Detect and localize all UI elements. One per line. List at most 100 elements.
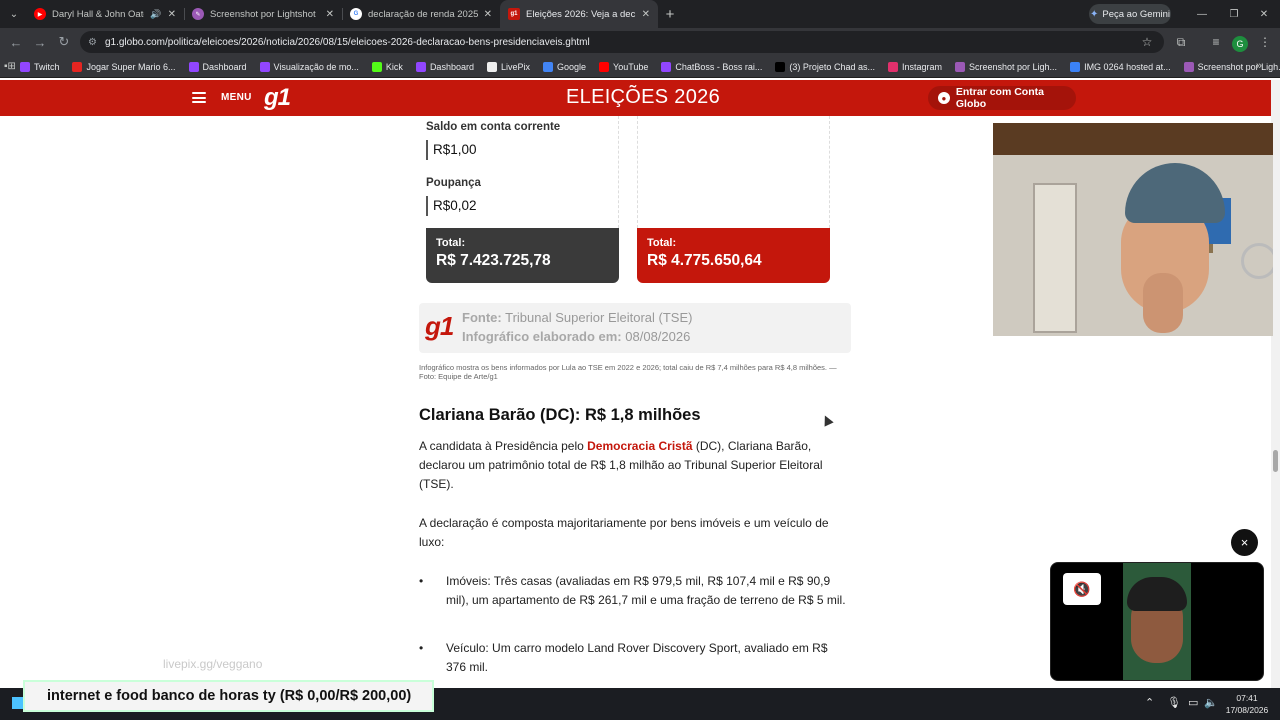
section-title[interactable]: ELEIÇÕES 2026 bbox=[566, 86, 720, 109]
gemini-sparkle-icon: ✦ bbox=[1090, 8, 1099, 20]
total-value: R$ 7.423.725,78 bbox=[436, 252, 551, 269]
bookmark-favicon-icon bbox=[1070, 61, 1081, 72]
bookmark-item[interactable]: Instagram bbox=[887, 61, 942, 72]
bookmark-item[interactable]: LivePix bbox=[486, 61, 530, 72]
close-mini-player-button[interactable]: × bbox=[1231, 529, 1258, 556]
mouse-cursor-icon bbox=[820, 413, 834, 427]
menu-label[interactable]: MENU bbox=[221, 92, 252, 103]
bookmark-favicon-icon bbox=[486, 61, 497, 72]
total-label: Total: bbox=[647, 237, 677, 249]
made-line: Infográfico elaborado em: 08/08/2026 bbox=[462, 329, 690, 344]
bookmark-favicon-icon bbox=[599, 61, 610, 72]
volume-icon[interactable]: 🔈 bbox=[1204, 696, 1218, 709]
gemini-button[interactable]: ✦ Peça ao Gemini bbox=[1089, 4, 1171, 24]
profile-avatar[interactable]: G bbox=[1229, 31, 1251, 53]
bookmark-item[interactable]: Jogar Super Mario 6... bbox=[72, 61, 176, 72]
livepix-watermark: livepix.gg/veggano bbox=[163, 657, 263, 671]
scrollbar-thumb[interactable] bbox=[1273, 450, 1278, 472]
clock-time: 07:41 bbox=[1236, 693, 1258, 703]
mini-video-player[interactable]: 🔇 bbox=[1050, 562, 1264, 681]
tab-close-icon[interactable]: ✕ bbox=[642, 9, 650, 20]
bookmark-favicon-icon bbox=[72, 61, 83, 72]
back-arrow-icon[interactable]: ← bbox=[4, 30, 28, 54]
g1-logo[interactable]: g1 bbox=[264, 84, 291, 112]
tab-close-icon[interactable]: ✕ bbox=[168, 9, 176, 20]
bookmark-label: Screenshot por Ligh... bbox=[1197, 61, 1280, 72]
profile-initial: G bbox=[1232, 35, 1248, 52]
browser-tab[interactable]: ▶ Daryl Hall & John Oates - C 🔊 ✕ bbox=[26, 0, 184, 28]
site-info-icon[interactable]: ⚙ bbox=[88, 37, 97, 48]
bookmark-favicon-icon bbox=[775, 61, 786, 72]
infographic-column-right bbox=[637, 116, 830, 228]
apps-grid-icon[interactable]: ⊞ bbox=[8, 61, 16, 72]
window-close-icon[interactable]: ✕ bbox=[1248, 0, 1280, 28]
bookmark-favicon-icon bbox=[887, 61, 898, 72]
g1-header: MENU g1 ELEIÇÕES 2026 ● Entrar com Conta… bbox=[0, 80, 1271, 116]
bookmark-item[interactable]: Screenshot por Ligh... bbox=[955, 61, 1057, 72]
bookmark-item[interactable]: (3) Projeto Chad as... bbox=[775, 61, 875, 72]
tab-title: declaração de renda 2025 de t bbox=[368, 8, 478, 20]
g1-source-logo: g1 bbox=[425, 311, 454, 341]
clock-date: 17/08/2026 bbox=[1225, 705, 1269, 715]
bookmark-item[interactable]: YouTube bbox=[599, 61, 648, 72]
source-label: Fonte: bbox=[462, 310, 502, 325]
new-tab-plus-icon[interactable]: + bbox=[658, 6, 682, 23]
bookmark-item[interactable]: Twitch bbox=[19, 61, 59, 72]
g1-favicon-icon: g1 bbox=[508, 8, 520, 20]
bookmark-label: Dashboard bbox=[202, 61, 247, 72]
infographic-column-left: Saldo em conta corrente R$1,00 Poupança … bbox=[426, 116, 619, 228]
taskbar-clock[interactable]: 07:41 17/08/2026 bbox=[1222, 692, 1272, 716]
browser-tab-active[interactable]: g1 Eleições 2026: Veja a declaraç ✕ bbox=[500, 0, 658, 28]
bookmark-item[interactable]: IMG 0264 hosted at... bbox=[1070, 61, 1171, 72]
reload-icon[interactable]: ↻ bbox=[52, 30, 76, 54]
bookmark-item[interactable]: Kick bbox=[371, 61, 403, 72]
tab-title: Eleições 2026: Veja a declaraç bbox=[526, 8, 636, 20]
more-bookmarks-chevron-icon[interactable]: » bbox=[1256, 60, 1262, 72]
kebab-menu-icon[interactable]: ⋮ bbox=[1254, 31, 1276, 53]
audio-playing-icon[interactable]: 🔊 bbox=[150, 9, 161, 20]
text: A candidata à Presidência pelo bbox=[419, 439, 588, 453]
tray-chevron-up-icon[interactable]: ⌃ bbox=[1145, 696, 1154, 709]
muted-speaker-icon[interactable]: 🔇 bbox=[1063, 573, 1101, 605]
tab-close-icon[interactable]: ✕ bbox=[326, 9, 334, 20]
login-button[interactable]: ● Entrar com Conta Globo bbox=[928, 86, 1076, 110]
browser-tab[interactable]: ✎ Screenshot por Lightshot ✕ bbox=[184, 0, 342, 28]
bookmark-favicon-icon bbox=[1183, 61, 1194, 72]
bookmark-item[interactable]: Visualização de mo... bbox=[259, 61, 359, 72]
tab-search-chevron-icon[interactable]: ⌄ bbox=[2, 3, 26, 25]
bookmark-favicon-icon bbox=[371, 61, 382, 72]
bookmark-favicon-icon bbox=[955, 61, 965, 72]
minimize-icon[interactable]: — bbox=[1186, 0, 1218, 28]
extensions-puzzle-icon[interactable]: ⧉ bbox=[1170, 31, 1192, 53]
address-bar[interactable]: ⚙ g1.globo.com/politica/eleicoes/2026/no… bbox=[80, 31, 1164, 53]
forward-arrow-icon[interactable]: → bbox=[28, 30, 52, 54]
hamburger-menu-icon[interactable] bbox=[192, 92, 206, 103]
browser-tab[interactable]: G declaração de renda 2025 de t ✕ bbox=[342, 0, 500, 28]
restore-icon[interactable]: ❐ bbox=[1218, 0, 1250, 28]
bookmark-label: Dashboard bbox=[429, 61, 474, 72]
paragraph: A declaração é composta majoritariamente… bbox=[419, 516, 829, 549]
bookmark-item[interactable]: ChatBoss - Boss rai... bbox=[661, 61, 762, 72]
total-value: R$ 4.775.650,64 bbox=[647, 252, 762, 269]
bookmark-star-icon[interactable]: ☆ bbox=[1136, 31, 1158, 53]
source-line: Fonte: Tribunal Superior Eleitoral (TSE) bbox=[462, 310, 692, 325]
bookmark-favicon-icon bbox=[661, 61, 672, 72]
user-icon: ● bbox=[938, 92, 950, 104]
tab-close-icon[interactable]: ✕ bbox=[484, 9, 492, 20]
browser-toolbar: ← → ↻ ⚙ g1.globo.com/politica/eleicoes/2… bbox=[0, 28, 1280, 56]
bookmark-label: Google bbox=[556, 61, 587, 72]
bookmark-item[interactable]: Dashboard bbox=[188, 61, 247, 72]
media-controls-icon[interactable]: ≡ bbox=[1205, 31, 1227, 53]
streamer-webcam bbox=[993, 123, 1273, 336]
microphone-icon[interactable]: 🎙 bbox=[1167, 696, 1181, 709]
bookmark-item[interactable]: Google bbox=[542, 61, 587, 72]
bookmark-label: IMG 0264 hosted at... bbox=[1084, 61, 1171, 72]
party-link[interactable]: Democracia Cristã bbox=[587, 439, 692, 453]
bookmark-item[interactable]: Screenshot por Ligh... bbox=[1183, 61, 1280, 72]
network-icon[interactable]: ▭ bbox=[1188, 696, 1198, 709]
total-box-left: Total: R$ 7.423.725,78 bbox=[426, 228, 619, 283]
gemini-label: Peça ao Gemini bbox=[1102, 8, 1170, 20]
webcam-hand bbox=[1143, 273, 1183, 333]
list-item: Imóveis: Três casas (avaliadas em R$ 979… bbox=[419, 572, 849, 610]
bookmark-item[interactable]: Dashboard bbox=[415, 61, 474, 72]
